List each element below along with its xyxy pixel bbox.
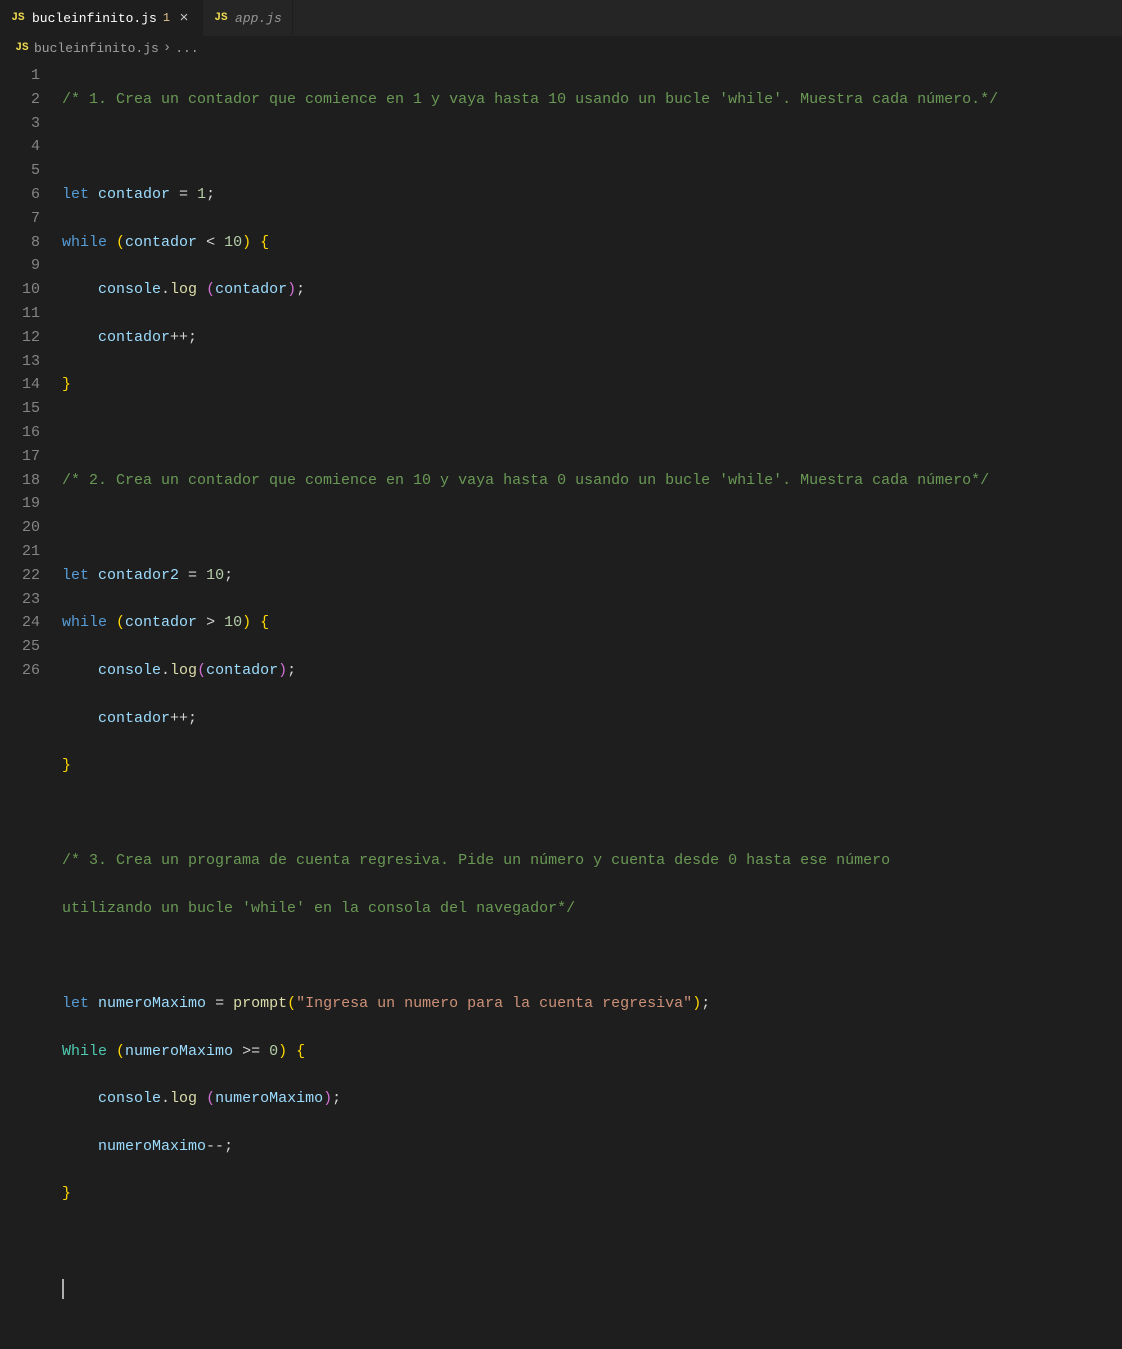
breadcrumb[interactable]: JS bucleinfinito.js › ... <box>0 36 1122 60</box>
code-area[interactable]: /* 1. Crea un contador que comience en 1… <box>62 64 1122 1349</box>
tab-label: bucleinfinito.js <box>32 11 157 26</box>
close-icon[interactable]: × <box>176 10 192 27</box>
js-icon: JS <box>10 12 26 24</box>
js-icon: JS <box>14 42 30 54</box>
tab-label: app.js <box>235 11 282 26</box>
line-number-gutter: 1 2 3 4 5 6 7 8 9 10 11 12 13 14 15 16 1… <box>0 64 62 1349</box>
text-cursor <box>62 1279 64 1299</box>
tab-bucleinfinito[interactable]: JS bucleinfinito.js 1 × <box>0 0 203 36</box>
tab-bar: JS bucleinfinito.js 1 × JS app.js <box>0 0 1122 36</box>
dirty-indicator: 1 <box>163 11 170 25</box>
breadcrumb-rest: ... <box>175 41 198 56</box>
breadcrumb-file: bucleinfinito.js <box>34 41 159 56</box>
js-icon: JS <box>213 12 229 24</box>
code-editor[interactable]: 1 2 3 4 5 6 7 8 9 10 11 12 13 14 15 16 1… <box>0 60 1122 1349</box>
tab-app[interactable]: JS app.js <box>203 0 293 36</box>
chevron-right-icon: › <box>163 40 171 56</box>
